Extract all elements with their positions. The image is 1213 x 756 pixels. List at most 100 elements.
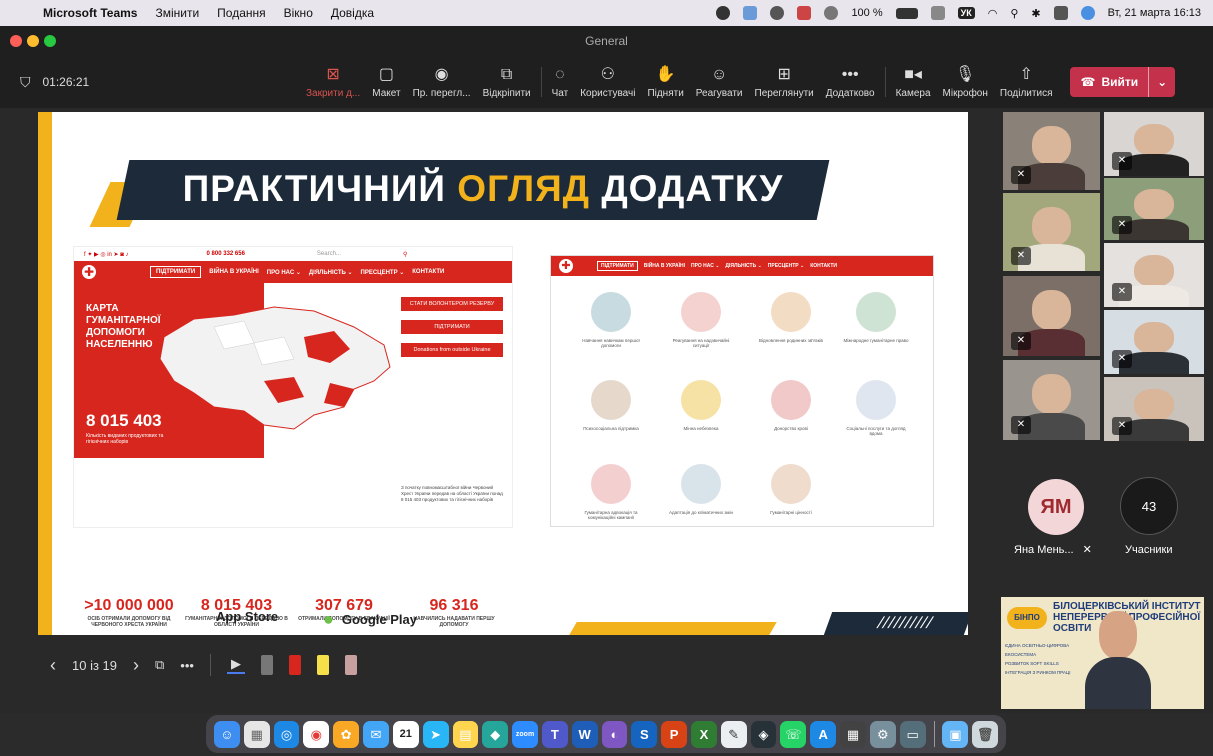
more-button[interactable]: ••• Додатково: [820, 56, 881, 108]
pop-out-button[interactable]: ⧉ Відкріпити: [477, 56, 537, 108]
share-button[interactable]: ⇧ Поділитися: [994, 56, 1059, 108]
values-illustration: [771, 464, 811, 504]
finder-status-icon[interactable]: [743, 6, 758, 20]
menu-help[interactable]: Довідка: [322, 6, 383, 20]
participant-tile[interactable]: ✕: [1003, 193, 1100, 271]
skype-icon[interactable]: S: [631, 720, 658, 748]
layout-button[interactable]: ▢ Макет: [366, 56, 406, 108]
whatsapp-icon[interactable]: ☏: [780, 720, 807, 748]
calculator-icon[interactable]: ▦: [840, 720, 866, 748]
mail-icon[interactable]: ✉: [363, 720, 389, 748]
previous-slide-button[interactable]: ‹: [50, 655, 56, 676]
people-button[interactable]: ⚇ Користувачі: [574, 56, 641, 108]
viber-icon[interactable]: ◐: [601, 720, 628, 748]
participant-tile[interactable]: ✕: [1003, 276, 1100, 356]
menu-app-name[interactable]: Microsoft Teams: [34, 6, 146, 20]
keyboard-layout[interactable]: УК: [957, 7, 975, 19]
zoom-window-button[interactable]: [44, 35, 56, 47]
highlighter-icon[interactable]: [316, 655, 329, 675]
preview-icon[interactable]: ▭: [899, 720, 926, 748]
chat-button[interactable]: ◌ Чат: [546, 56, 575, 108]
participant-tile[interactable]: ✕: [1104, 310, 1204, 374]
cloud-icon[interactable]: [824, 6, 839, 20]
grid-view-icon[interactable]: ⧉: [155, 657, 164, 673]
family-links-illustration: [771, 292, 811, 332]
notes-icon[interactable]: ▤: [452, 720, 479, 748]
participant-tile[interactable]: ✕: [1104, 112, 1204, 176]
mic-off-icon: ✕: [1082, 544, 1092, 556]
zoom-icon[interactable]: zoom: [512, 720, 538, 748]
textedit-icon[interactable]: ✎: [720, 720, 747, 748]
siri-icon[interactable]: [1080, 6, 1095, 20]
chrome-icon[interactable]: ◉: [303, 720, 330, 748]
red-pen-icon[interactable]: [288, 655, 301, 675]
minimize-window-button[interactable]: [27, 35, 39, 47]
wifi-icon[interactable]: ◠: [988, 7, 998, 20]
control-center-icon[interactable]: [1053, 6, 1068, 20]
shield-icon[interactable]: [770, 6, 785, 20]
raise-hand-button[interactable]: ✋ Підняти: [641, 56, 689, 108]
pointer-icon[interactable]: ▶: [226, 656, 245, 674]
presenter-video[interactable]: БІНПО БІЛОЦЕРКІВСЬКИЙ ІНСТИТУТ НЕПЕРЕРВН…: [1001, 597, 1204, 709]
eraser-icon[interactable]: [260, 655, 273, 675]
activity-caption: Мінна небезпека: [683, 426, 719, 431]
bluetooth-icon[interactable]: ✱: [1031, 7, 1040, 20]
mine-danger-illustration: [681, 380, 721, 420]
react-button[interactable]: ☺ Реагувати: [690, 56, 749, 108]
participant-count[interactable]: 43: [1120, 477, 1178, 535]
clock[interactable]: Вт, 21 марта 16:13: [1108, 7, 1201, 19]
search-icon[interactable]: ⚲: [1010, 7, 1018, 20]
hand-icon: ✋: [655, 66, 676, 83]
presenter-view-button[interactable]: ◉ Пр. перегл...: [407, 56, 477, 108]
downloads-folder-icon[interactable]: ▣: [942, 720, 969, 748]
app-icon[interactable]: ◈: [750, 720, 777, 748]
menu-window[interactable]: Вікно: [275, 6, 322, 20]
app-store-icon[interactable]: A: [810, 720, 837, 748]
photos-icon[interactable]: ✿: [333, 720, 360, 748]
display-icon[interactable]: [930, 6, 945, 20]
more-icon[interactable]: •••: [180, 658, 194, 673]
battery-icon[interactable]: [895, 7, 918, 19]
google-play-label: Google Play: [341, 612, 418, 627]
participant-tile[interactable]: ✕: [1003, 360, 1100, 440]
word-icon[interactable]: W: [571, 720, 598, 748]
safari-icon[interactable]: ◎: [273, 720, 300, 748]
close-window-button[interactable]: [10, 35, 22, 47]
menu-view[interactable]: Подання: [208, 6, 274, 20]
site-description: З початку повномасштабної війни Червоний…: [401, 485, 503, 502]
trash-icon[interactable]: 🗑︎: [972, 720, 999, 748]
next-slide-button[interactable]: ›: [133, 655, 139, 676]
activity-caption: Гуманітарна адвокація та комунікаційні к…: [584, 510, 638, 520]
participant-avatar[interactable]: ЯМ: [1028, 479, 1084, 535]
excel-icon[interactable]: X: [691, 720, 717, 748]
page-indicator: 10 із 19: [72, 657, 117, 673]
slide-title: ПРАКТИЧНИЙ ОГЛЯД ДОДАТКУ: [163, 168, 803, 210]
menu-edit[interactable]: Змінити: [146, 6, 208, 20]
activity-tile: Гуманітарні цінності: [756, 464, 826, 515]
launchpad-icon[interactable]: ▦: [243, 720, 270, 748]
teams-icon[interactable]: T: [541, 720, 568, 748]
mic-icon: 🎙︎: [955, 66, 976, 83]
participant-tile[interactable]: ✕: [1003, 112, 1100, 190]
calendar-icon[interactable]: 21: [392, 720, 419, 748]
mic-button[interactable]: 🎙︎ Мікрофон: [937, 56, 994, 108]
telegram-icon[interactable]: ➤: [422, 720, 449, 748]
vpn-app-icon[interactable]: ◆: [482, 720, 509, 748]
rooms-button[interactable]: ⊞ Переглянути: [749, 56, 820, 108]
app-status-icon[interactable]: [797, 6, 812, 20]
participant-tile[interactable]: ✕: [1104, 243, 1204, 307]
chevron-down-icon[interactable]: ⌄: [1148, 67, 1175, 97]
vpn-icon[interactable]: [716, 6, 731, 20]
stop-sharing-button[interactable]: ⊠ Закрити д...: [300, 56, 366, 108]
nav-item: ВІЙНА В УКРАЇНІ: [209, 269, 259, 275]
powerpoint-icon[interactable]: P: [661, 720, 687, 748]
participant-tile[interactable]: ✕: [1104, 377, 1204, 441]
eraser-pen-icon[interactable]: [344, 655, 357, 675]
battery-percent: 100 %: [851, 7, 883, 19]
participant-tile[interactable]: ✕: [1104, 178, 1204, 240]
system-settings-icon[interactable]: ⚙: [869, 720, 896, 748]
leave-button[interactable]: ☎ Вийти ⌄: [1070, 67, 1176, 97]
camera-button[interactable]: ■◂ Камера: [890, 56, 937, 108]
finder-icon[interactable]: ☺: [214, 720, 240, 748]
smile-icon: ☺: [710, 66, 728, 83]
